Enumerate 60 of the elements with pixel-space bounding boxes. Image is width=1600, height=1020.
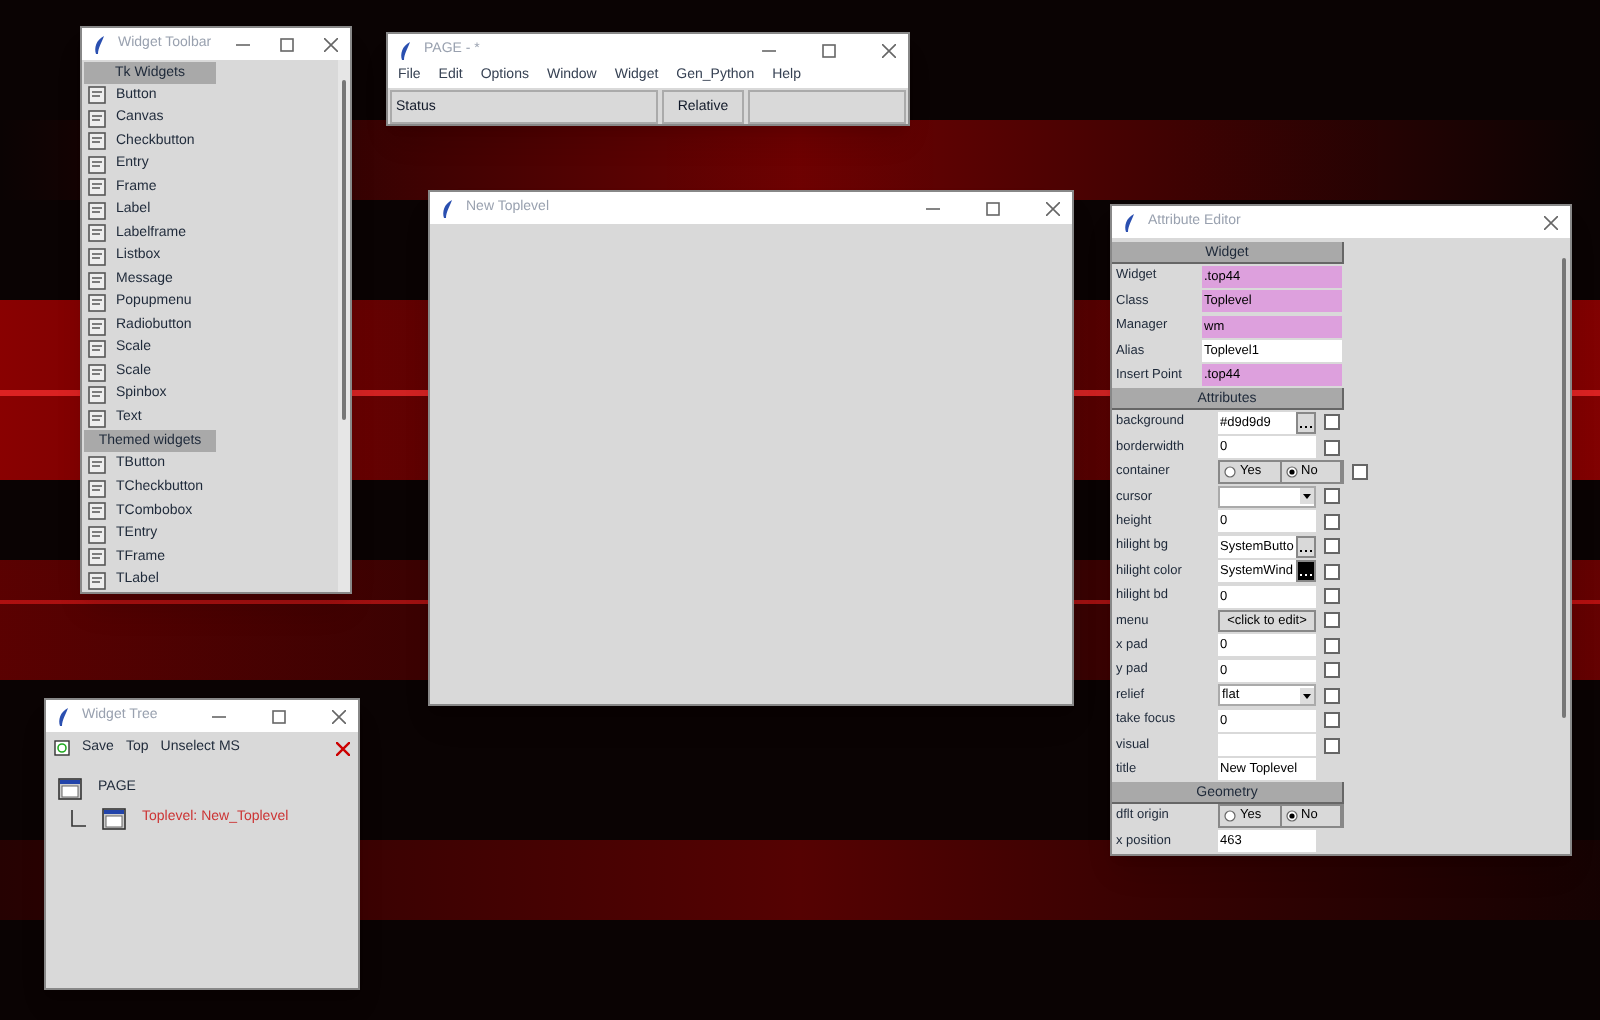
window-icon [58,778,82,800]
close-icon[interactable] [1046,201,1060,215]
text-field[interactable] [1218,734,1316,757]
widget-icon [88,224,106,243]
widget-icon [88,132,106,151]
widget-icon [88,386,106,405]
widget-icon [88,317,106,336]
widget-icon [88,271,106,290]
widget-icon [88,86,106,105]
color-picker-button[interactable] [1296,411,1316,434]
checkbox[interactable] [1324,538,1340,555]
close-icon[interactable] [882,43,896,57]
widget-icon [88,201,106,220]
widget-icon [88,340,106,359]
scrollbar[interactable] [338,60,350,592]
checkbox[interactable] [1352,464,1368,481]
close-icon[interactable] [332,709,346,723]
widget-icon [88,247,106,266]
widget-icon [88,548,106,567]
maximize-icon[interactable] [822,43,836,57]
feather-icon [442,199,454,217]
checkbox[interactable] [1324,513,1340,530]
widget-icon [88,479,106,498]
checkbox[interactable] [1324,612,1340,629]
widget-icon [88,502,106,521]
widget-icon [88,109,106,128]
widget-icon [88,409,106,428]
dropdown-arrow-icon [1300,488,1314,505]
window-icon [102,808,126,830]
checkbox[interactable] [1324,488,1340,505]
feather-icon [94,35,106,53]
feather-icon [58,707,70,725]
maximize-icon[interactable] [272,709,286,723]
checkbox[interactable] [1324,588,1340,605]
tree-connector-icon [70,809,86,829]
color-picker-button[interactable] [1296,560,1316,583]
widget-icon [88,363,106,382]
checkbox[interactable] [1324,439,1340,456]
feather-icon [1124,213,1136,231]
widget-icon [88,178,106,197]
checkbox[interactable] [1324,687,1340,704]
checkbox[interactable] [1324,637,1340,654]
maximize-icon[interactable] [279,37,294,51]
close-icon[interactable] [1544,215,1558,229]
checkbox[interactable] [1324,563,1340,580]
widget-icon [88,294,106,313]
close-icon[interactable] [336,741,350,755]
widget-icon [88,456,106,475]
checkbox[interactable] [1324,414,1340,431]
dropdown-arrow-icon [1300,687,1314,704]
feather-icon [400,41,412,59]
maximize-icon[interactable] [986,201,1000,215]
checkbox[interactable] [1324,737,1340,754]
color-picker-button[interactable] [1296,535,1316,558]
close-icon[interactable] [323,37,338,51]
checkbox[interactable] [1324,662,1340,679]
widget-icon [88,155,106,174]
widget-icon [88,571,106,590]
checkbox[interactable] [1324,712,1340,729]
widget-icon [88,525,106,544]
